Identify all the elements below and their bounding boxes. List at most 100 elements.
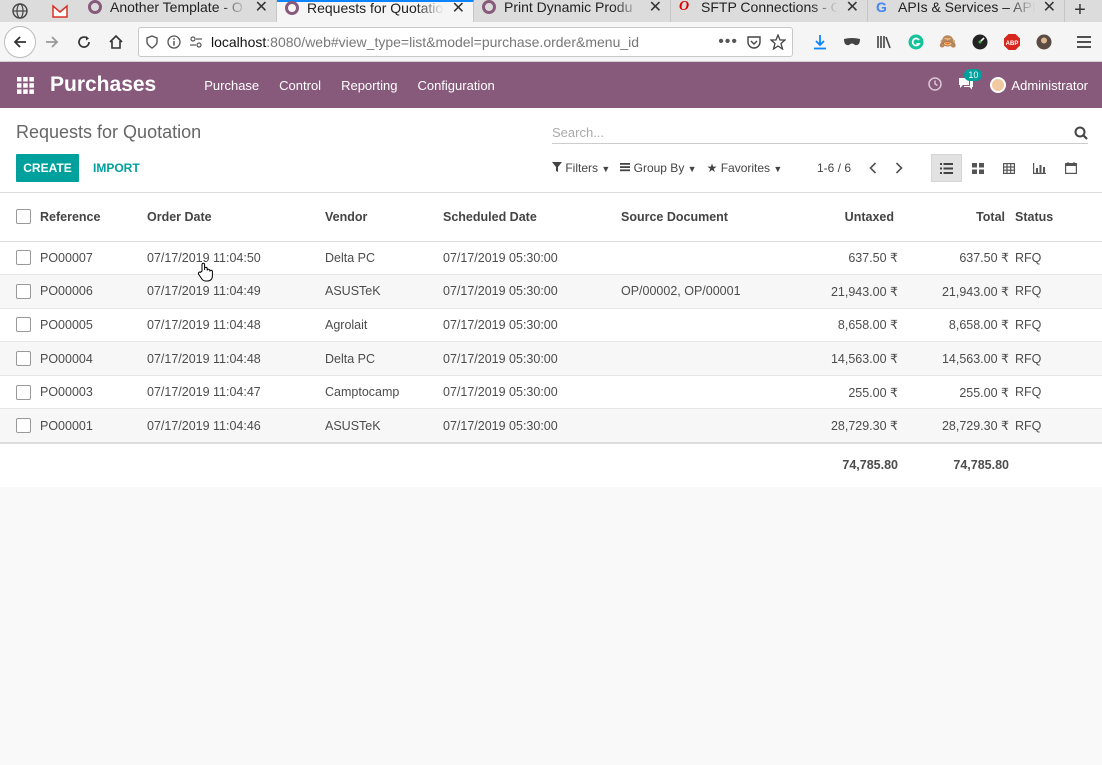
filters-dropdown[interactable]: Filters ▼ bbox=[552, 161, 610, 175]
search-input[interactable]: Search... bbox=[552, 125, 1074, 140]
status-cell: RFQ bbox=[1015, 240, 1102, 275]
table-row[interactable]: PO00004 07/17/2019 11:04:48 Delta PC 07/… bbox=[0, 341, 1102, 376]
scheduled-date-cell: 07/17/2019 05:30:00 bbox=[443, 408, 621, 443]
row-checkbox[interactable] bbox=[16, 384, 31, 400]
message-count-badge: 10 bbox=[964, 68, 983, 81]
hamburger-menu-icon[interactable] bbox=[1073, 31, 1095, 53]
column-header-total[interactable]: Total bbox=[904, 193, 1015, 242]
table-row[interactable]: PO00007 07/17/2019 11:04:50 Delta PC 07/… bbox=[0, 240, 1102, 275]
extension-avatar-icon[interactable] bbox=[1033, 31, 1055, 53]
page-title: Requests for Quotation bbox=[16, 122, 202, 142]
apps-grid-icon[interactable] bbox=[0, 76, 50, 94]
create-button[interactable]: CREATE bbox=[16, 154, 79, 182]
table-row[interactable]: PO00006 07/17/2019 11:04:49 ASUSTeK 07/1… bbox=[0, 274, 1102, 309]
messages-button[interactable]: 10 bbox=[958, 68, 983, 94]
order-date-cell: 07/17/2019 11:04:48 bbox=[147, 307, 325, 342]
untaxed-cell: 28,729.30 ₹ bbox=[821, 408, 904, 443]
close-icon[interactable]: ✕ bbox=[846, 0, 859, 17]
row-checkbox[interactable] bbox=[16, 317, 31, 333]
app-title[interactable]: Purchases bbox=[50, 73, 156, 97]
user-menu[interactable]: Administrator bbox=[990, 77, 1088, 93]
browser-tab[interactable]: Print Dynamic Produ ✕ bbox=[474, 0, 671, 22]
column-header-status[interactable]: Status bbox=[1015, 193, 1102, 242]
grammarly-icon[interactable] bbox=[905, 31, 927, 53]
groupby-dropdown[interactable]: Group By ▼ bbox=[620, 161, 697, 175]
close-icon[interactable]: ✕ bbox=[452, 0, 465, 18]
forward-arrow-icon[interactable] bbox=[36, 26, 68, 58]
more-actions-icon[interactable]: ••• bbox=[718, 33, 738, 51]
new-tab-icon[interactable]: + bbox=[1065, 0, 1095, 22]
graph-view-icon[interactable] bbox=[1024, 154, 1055, 182]
close-icon[interactable]: ✕ bbox=[1043, 0, 1056, 17]
table-row[interactable]: PO00003 07/17/2019 11:04:47 Camptocamp 0… bbox=[0, 374, 1102, 409]
select-all-checkbox[interactable] bbox=[16, 209, 31, 225]
status-cell: RFQ bbox=[1015, 341, 1102, 376]
reload-icon[interactable] bbox=[68, 26, 100, 58]
column-header-vendor[interactable]: Vendor bbox=[325, 193, 443, 242]
import-button[interactable]: IMPORT bbox=[93, 154, 140, 182]
download-icon[interactable] bbox=[809, 31, 831, 53]
column-header-scheduled-date[interactable]: Scheduled Date bbox=[443, 193, 621, 242]
chevron-left-icon[interactable] bbox=[869, 162, 877, 174]
close-icon[interactable]: ✕ bbox=[649, 0, 662, 17]
pocket-icon[interactable] bbox=[746, 34, 762, 50]
favorites-dropdown[interactable]: ★ Favorites ▼ bbox=[707, 161, 783, 175]
caret-down-icon: ▼ bbox=[773, 164, 783, 174]
back-arrow-icon[interactable] bbox=[4, 25, 36, 58]
home-icon[interactable] bbox=[100, 26, 132, 58]
reference-cell: PO00001 bbox=[40, 408, 147, 443]
pivot-view-icon[interactable] bbox=[993, 154, 1024, 182]
bookmark-star-icon[interactable] bbox=[770, 33, 786, 50]
svg-text:ABP: ABP bbox=[1006, 41, 1019, 47]
url-text[interactable]: localhost:8080/web#view_type=list&model=… bbox=[211, 34, 710, 50]
menu-configuration[interactable]: Configuration bbox=[407, 78, 504, 93]
monkey-emoji-icon[interactable]: 🙈 bbox=[937, 31, 959, 53]
list-view-icon[interactable] bbox=[931, 154, 962, 182]
menu-purchase[interactable]: Purchase bbox=[194, 78, 269, 93]
library-icon[interactable] bbox=[873, 31, 895, 53]
browser-tab[interactable]: G APIs & Services – API ✕ bbox=[868, 0, 1065, 22]
browser-tab[interactable]: O SFTP Connections - O ✕ bbox=[671, 0, 868, 22]
mask-icon[interactable] bbox=[841, 31, 863, 53]
chevron-right-icon[interactable] bbox=[895, 162, 903, 174]
row-checkbox[interactable] bbox=[16, 250, 31, 266]
column-header-untaxed[interactable]: Untaxed bbox=[821, 193, 904, 242]
adblock-icon[interactable]: ABP bbox=[1001, 31, 1023, 53]
source-document-cell bbox=[621, 408, 821, 443]
table-row[interactable]: PO00005 07/17/2019 11:04:48 Agrolait 07/… bbox=[0, 307, 1102, 342]
url-bar[interactable]: localhost:8080/web#view_type=list&model=… bbox=[138, 26, 793, 57]
kanban-view-icon[interactable] bbox=[962, 154, 993, 182]
info-icon[interactable] bbox=[167, 34, 181, 49]
column-header-source-document[interactable]: Source Document bbox=[621, 193, 821, 242]
tab-title: APIs & Services – API bbox=[898, 0, 1035, 15]
row-checkbox[interactable] bbox=[16, 351, 31, 367]
totals-spacer bbox=[443, 441, 621, 487]
menu-reporting[interactable]: Reporting bbox=[331, 78, 407, 93]
scheduled-date-cell: 07/17/2019 05:30:00 bbox=[443, 307, 621, 342]
browser-tab-active[interactable]: Requests for Quotatio ✕ bbox=[277, 0, 474, 22]
pager-value[interactable]: 1-6 / 6 bbox=[817, 161, 851, 175]
gmail-tab-icon[interactable] bbox=[40, 0, 80, 22]
shield-icon[interactable] bbox=[145, 34, 159, 49]
permissions-icon[interactable] bbox=[189, 35, 203, 49]
table-row[interactable]: PO00001 07/17/2019 11:04:46 ASUSTeK 07/1… bbox=[0, 408, 1102, 443]
vendor-cell: Delta PC bbox=[325, 341, 443, 376]
activity-clock-icon[interactable] bbox=[928, 76, 943, 94]
untaxed-cell: 21,943.00 ₹ bbox=[821, 274, 904, 309]
browser-tab[interactable]: Another Template - O ✕ bbox=[80, 0, 277, 22]
speed-dial-icon[interactable] bbox=[969, 31, 991, 53]
search-bar[interactable]: Search... bbox=[552, 122, 1088, 144]
row-checkbox[interactable] bbox=[16, 418, 31, 434]
row-checkbox[interactable] bbox=[16, 283, 31, 299]
menu-control[interactable]: Control bbox=[269, 78, 331, 93]
calendar-view-icon[interactable] bbox=[1055, 154, 1086, 182]
order-date-cell: 07/17/2019 11:04:49 bbox=[147, 274, 325, 309]
search-icon[interactable] bbox=[1074, 126, 1088, 140]
column-header-reference[interactable]: Reference bbox=[40, 193, 147, 242]
opera-favicon-icon: O bbox=[679, 0, 690, 14]
column-header-order-date[interactable]: Order Date bbox=[147, 193, 325, 242]
close-icon[interactable]: ✕ bbox=[255, 0, 268, 17]
scheduled-date-cell: 07/17/2019 05:30:00 bbox=[443, 240, 621, 275]
globe-icon[interactable] bbox=[0, 0, 40, 22]
vendor-cell: Delta PC bbox=[325, 240, 443, 275]
